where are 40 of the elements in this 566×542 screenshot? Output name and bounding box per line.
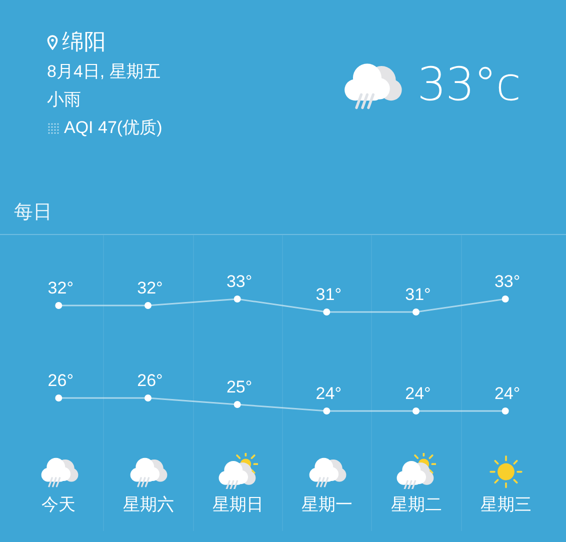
temperature-label: 31° — [316, 285, 342, 304]
sun-rain-cloud-icon — [396, 453, 436, 489]
date-text: 8月4日, 星期五 — [47, 61, 162, 83]
day-label: 今天 — [42, 494, 76, 516]
temperature-label: 25° — [226, 378, 252, 396]
section-title: 每日 — [14, 202, 52, 223]
temperature-point — [502, 296, 509, 302]
temperature-label: 33° — [226, 272, 252, 291]
aqi-text: AQI 47(优质) — [64, 117, 162, 139]
temperature-point — [412, 408, 420, 414]
temperature-label: 24° — [494, 384, 520, 403]
temperature-point — [55, 302, 62, 309]
temperature-point — [144, 302, 152, 309]
haze-icon — [47, 122, 60, 134]
temperature-label: 26° — [48, 371, 74, 390]
temperature-point — [323, 308, 330, 316]
day-label: 星期一 — [302, 494, 353, 516]
temperature-point — [323, 408, 330, 414]
temperature-point — [502, 408, 509, 414]
day-label: 星期六 — [122, 494, 174, 516]
day-label: 星期三 — [480, 494, 532, 516]
temperature-point — [234, 296, 241, 302]
day-label: 星期日 — [212, 494, 264, 516]
temperature-point — [144, 394, 152, 402]
temperature-label: 31° — [405, 285, 431, 304]
condition-text: 小雨 — [47, 89, 82, 111]
temperature-label: 33° — [494, 272, 520, 291]
temperature-label: 32° — [48, 278, 74, 298]
sun-rain-cloud-icon — [218, 453, 258, 489]
temperature-point — [55, 394, 62, 402]
temperature-label: 24° — [316, 384, 342, 403]
location-pin-icon — [47, 34, 58, 50]
day-label: 星期二 — [390, 494, 442, 516]
temperature-label: 32° — [137, 278, 163, 298]
city-name: 绵阳 — [62, 28, 106, 56]
temperature-point — [412, 308, 420, 316]
temperature-label: 24° — [405, 384, 431, 403]
current-temperature: 33°c — [417, 56, 520, 111]
temperature-point — [234, 401, 241, 408]
temperature-label: 26° — [137, 371, 163, 390]
